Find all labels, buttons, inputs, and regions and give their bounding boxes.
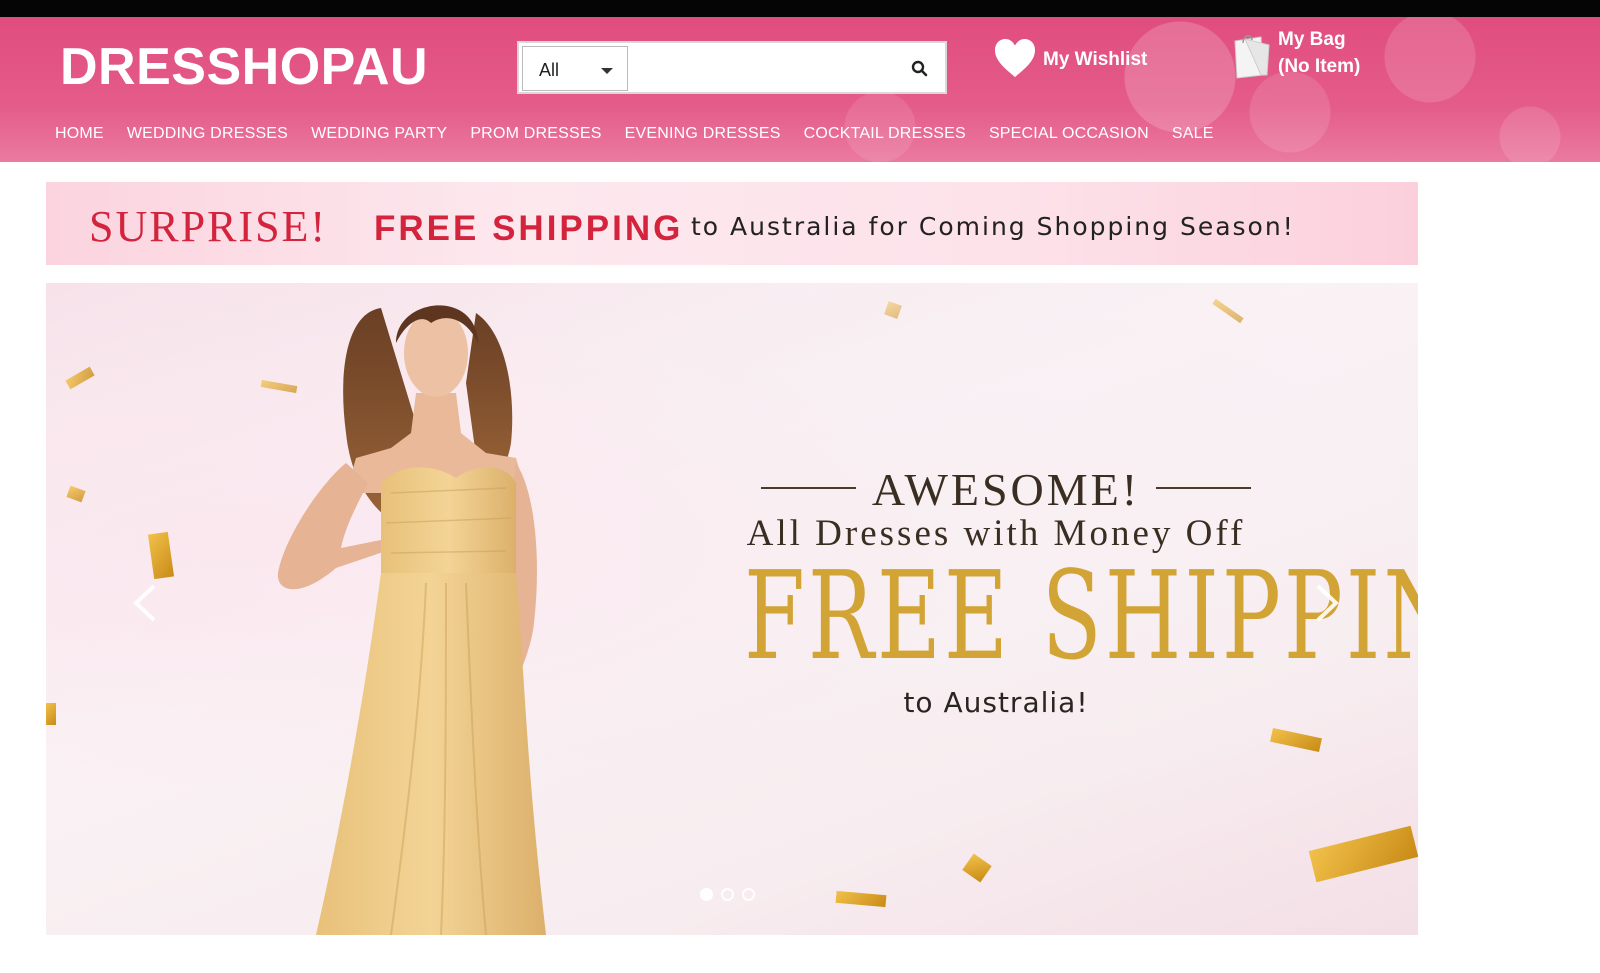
caret-down-icon: [601, 68, 613, 74]
slider-dot[interactable]: [700, 888, 713, 901]
search-category-select[interactable]: All: [522, 46, 628, 91]
promo-free-shipping-text: FREE SHIPPING: [374, 209, 684, 248]
site-logo[interactable]: DRESSHOPAU: [60, 37, 428, 97]
slider-dot[interactable]: [742, 888, 755, 901]
search-category-label: All: [539, 60, 560, 80]
heart-icon: [995, 39, 1035, 77]
confetti-decoration: [1212, 298, 1244, 324]
top-bar: [0, 0, 1600, 17]
search-icon: [911, 60, 928, 77]
hero-slider[interactable]: AWESOME! All Dresses with Money Off FREE…: [46, 283, 1418, 935]
slide-big-text: FREE SHIPPING: [744, 545, 1418, 687]
confetti-decoration: [835, 890, 887, 908]
headline-row: AWESOME!: [761, 463, 1251, 515]
nav-item-wedding-dresses[interactable]: WEDDING DRESSES: [127, 125, 288, 143]
search-bar: All: [517, 41, 947, 94]
confetti-decoration: [1308, 825, 1418, 883]
site-header: DRESSHOPAU All My Wishlist My Bag (No It…: [0, 17, 1600, 162]
bag-item-count: (No Item): [1278, 56, 1361, 77]
shopping-bag-link[interactable]: My Bag (No Item): [1231, 29, 1391, 89]
wishlist-label: My Wishlist: [1043, 49, 1148, 70]
nav-item-evening-dresses[interactable]: EVENING DRESSES: [625, 125, 781, 143]
promo-detail-text: to Australia for Coming Shopping Season!: [691, 212, 1295, 241]
promo-banner[interactable]: SURPRISE! FREE SHIPPING to Australia for…: [46, 182, 1418, 265]
chevron-right-icon: [1316, 584, 1339, 622]
confetti-decoration: [884, 301, 902, 319]
slide-footer-text: to Australia!: [903, 686, 1089, 719]
slide-headline: AWESOME!: [871, 464, 1141, 515]
nav-item-sale[interactable]: SALE: [1172, 125, 1214, 143]
nav-item-wedding-party[interactable]: WEDDING PARTY: [311, 125, 447, 143]
slider-dot[interactable]: [721, 888, 734, 901]
search-input[interactable]: [631, 46, 891, 91]
slider-prev-button[interactable]: [126, 578, 166, 628]
slider-next-button[interactable]: [1306, 578, 1346, 628]
nav-item-home[interactable]: HOME: [55, 125, 104, 143]
divider-line: [1156, 487, 1251, 489]
main-nav: HOME WEDDING DRESSES WEDDING PARTY PROM …: [55, 125, 1237, 143]
nav-item-special-occasion[interactable]: SPECIAL OCCASION: [989, 125, 1149, 143]
divider-line: [761, 487, 856, 489]
confetti-decoration: [962, 853, 992, 883]
bag-title: My Bag: [1278, 29, 1346, 50]
nav-item-prom-dresses[interactable]: PROM DRESSES: [470, 125, 601, 143]
confetti-decoration: [1270, 727, 1322, 753]
search-button[interactable]: [897, 46, 942, 91]
nav-item-cocktail-dresses[interactable]: COCKTAIL DRESSES: [804, 125, 966, 143]
slider-pagination: [700, 888, 755, 901]
chevron-left-icon: [133, 584, 156, 622]
promo-surprise-text: SURPRISE!: [89, 202, 328, 251]
shopping-bag-icon: [1234, 35, 1270, 79]
